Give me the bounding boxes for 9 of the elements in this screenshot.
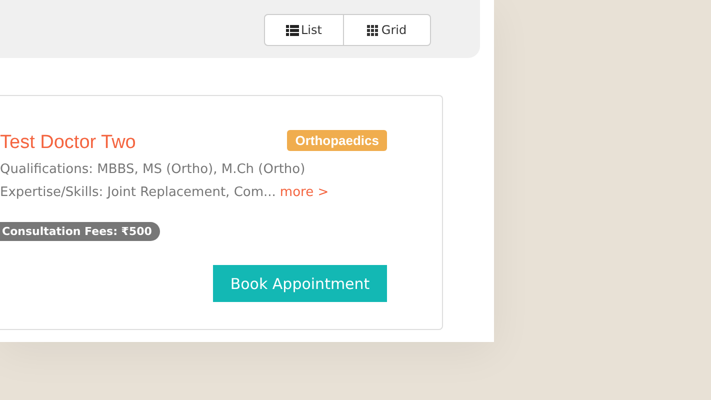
qualifications-text: Qualifications: MBBS, MS (Ortho), M.Ch (Ortho) xyxy=(0,162,306,177)
list-icon xyxy=(286,24,299,36)
grid-icon xyxy=(367,24,380,36)
fees-tag: Consultation Fees: ₹500 xyxy=(0,222,160,241)
doctor-name: Test Doctor Two xyxy=(0,132,136,154)
view-toggle-button[interactable]: Grid xyxy=(344,14,431,46)
specialty-tag: Orthopaedics xyxy=(287,130,387,150)
expertise-text: Expertise/Skills: Joint Replacement, Com... xyxy=(0,185,276,200)
view-toggle-button[interactable]: List xyxy=(264,14,344,46)
